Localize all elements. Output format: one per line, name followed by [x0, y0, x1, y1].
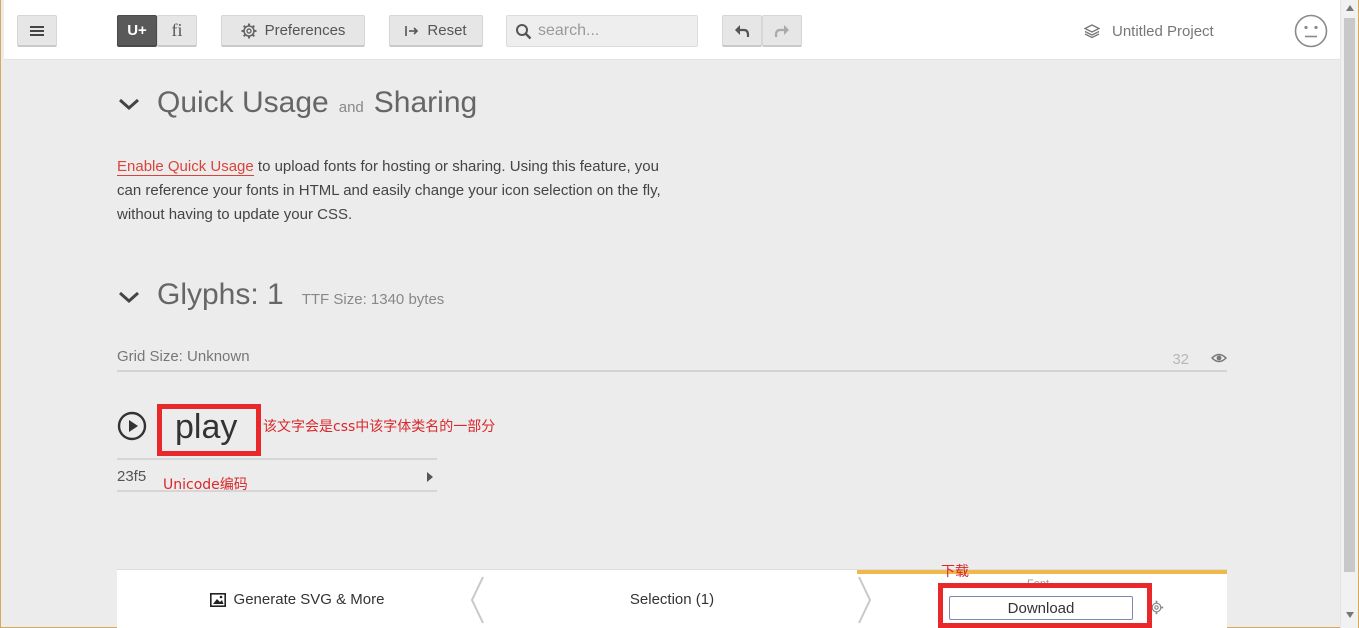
ttf-size: TTF Size: 1340 bytes: [301, 291, 445, 308]
generate-svg-tab[interactable]: Generate SVG & More: [117, 570, 477, 628]
quick-usage-title-and: and: [338, 99, 364, 116]
collapse-quick-usage-icon[interactable]: [117, 96, 141, 112]
gear-icon: [241, 23, 257, 38]
collapse-glyphs-icon[interactable]: [117, 289, 141, 305]
glyph-code: 23f5: [117, 468, 147, 485]
search-box: [506, 15, 698, 47]
undo-button[interactable]: [722, 15, 762, 47]
redo-icon: [774, 24, 789, 37]
layers-icon: [1084, 24, 1100, 39]
glyphs-count: Glyphs: 1: [157, 278, 284, 311]
top-toolbar: U+ fi Preferences Reset search... Untitl…: [4, 0, 1340, 60]
vertical-scrollbar[interactable]: [1340, 0, 1358, 628]
grid-size-row: Grid Size: Unknown 32: [117, 348, 1227, 372]
reset-label: Reset: [427, 22, 467, 39]
reset-button[interactable]: Reset: [389, 15, 483, 47]
project-name: Untitled Project: [1112, 22, 1214, 40]
quick-usage-title-main: Quick Usage: [157, 86, 329, 119]
unicode-label: U+: [127, 22, 147, 39]
quick-usage-title-end: Sharing: [373, 86, 478, 119]
quick-usage-title: Quick Usage and Sharing: [157, 86, 477, 120]
menu-button[interactable]: [17, 15, 57, 47]
glyphs-title: Glyphs: 1 TTF Size: 1340 bytes: [157, 278, 444, 312]
ligature-view-button[interactable]: fi: [157, 15, 197, 47]
selection-tab[interactable]: Selection (1): [487, 570, 857, 628]
ligature-label: fi: [171, 20, 183, 40]
redo-button[interactable]: [762, 15, 802, 47]
download-annotation: 下载: [941, 564, 969, 580]
reset-arrow-icon: [405, 25, 419, 36]
grid-size-value[interactable]: 32: [1172, 351, 1189, 368]
download-button[interactable]: Download: [949, 596, 1133, 620]
hamburger-icon: [30, 25, 44, 36]
glyph-name[interactable]: play: [175, 408, 237, 447]
code-annotation: Unicode编码: [163, 477, 248, 493]
search-icon: [516, 23, 532, 39]
preferences-button[interactable]: Preferences: [221, 15, 365, 47]
preferences-label: Preferences: [264, 22, 346, 39]
quick-usage-description: Enable Quick Usage to upload fonts for h…: [117, 155, 687, 227]
user-avatar[interactable]: [1294, 14, 1328, 53]
play-circle-icon[interactable]: [117, 411, 147, 441]
bottom-bar: Generate SVG & More Selection (1) Font D…: [117, 569, 1227, 628]
eye-icon[interactable]: [1211, 352, 1227, 364]
search-input[interactable]: [538, 22, 688, 40]
selection-label: Selection (1): [629, 591, 715, 608]
scroll-up-icon[interactable]: [1346, 5, 1354, 11]
undo-icon: [735, 24, 750, 37]
enable-quick-usage-link[interactable]: Enable Quick Usage: [117, 158, 254, 176]
neutral-face-icon: [1294, 14, 1328, 48]
scrollbar-thumb[interactable]: [1344, 18, 1355, 572]
separator-left-icon: [470, 576, 484, 624]
glyph-name-annotation: 该文字会是css中该字体类名的一部分: [263, 419, 496, 435]
project-switcher[interactable]: Untitled Project: [1084, 20, 1214, 42]
caret-right-icon: [427, 472, 433, 482]
unicode-view-button[interactable]: U+: [117, 15, 157, 47]
font-settings-gear-icon[interactable]: [1149, 600, 1164, 615]
scroll-down-icon[interactable]: [1346, 612, 1354, 618]
font-tab-label: Font: [1027, 578, 1050, 590]
image-icon: [209, 592, 226, 607]
generate-svg-label: Generate SVG & More: [233, 591, 385, 608]
grid-size-label: Grid Size: Unknown: [117, 348, 250, 365]
